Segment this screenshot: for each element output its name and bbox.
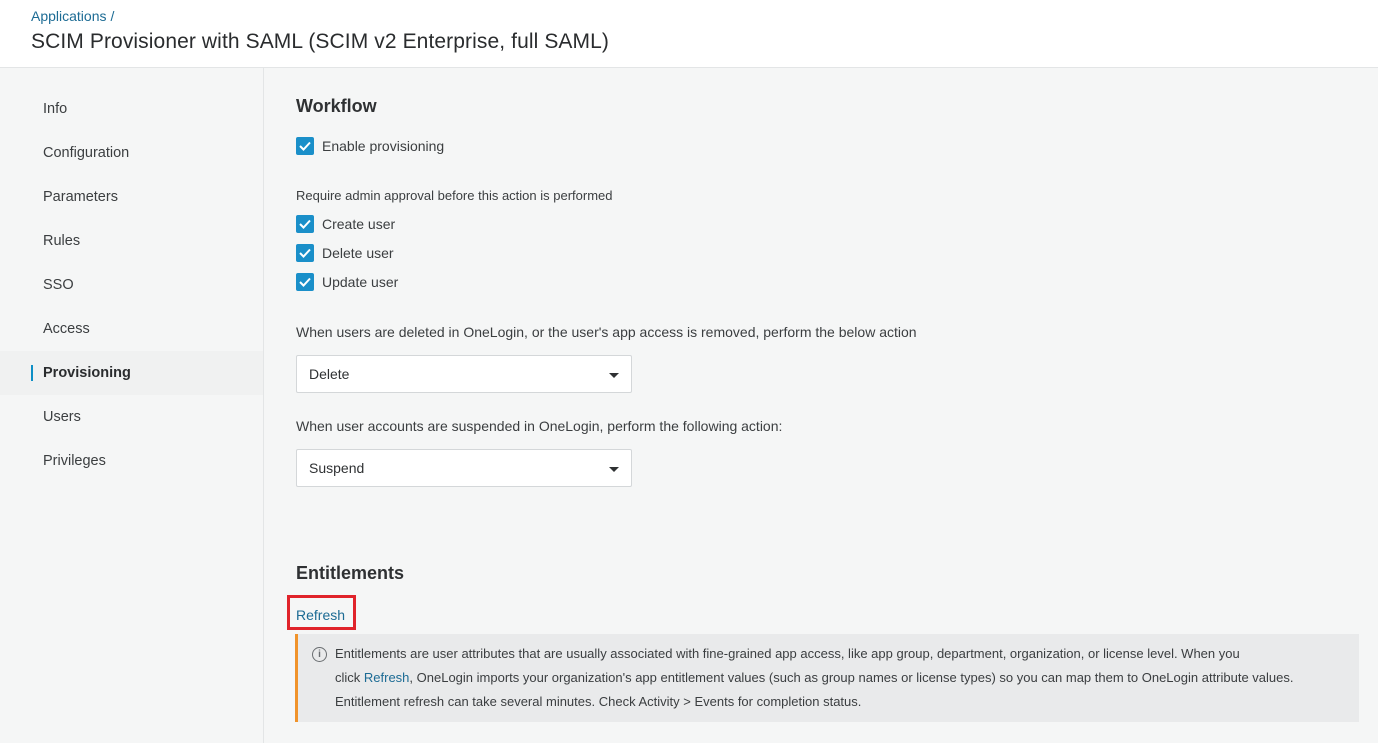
enable-provisioning-row[interactable]: Enable provisioning [296, 137, 444, 155]
breadcrumb: Applications / [31, 8, 114, 24]
info-line-1: Entitlements are user attributes that ar… [335, 646, 1240, 661]
sidebar-item-provisioning[interactable]: Provisioning [0, 351, 263, 395]
info-line-2-pre: click [335, 670, 364, 685]
sidebar-item-label: Provisioning [43, 365, 131, 381]
breadcrumb-separator: / [110, 8, 115, 24]
sidebar: Info Configuration Parameters Rules SSO … [0, 68, 264, 743]
delete-user-row[interactable]: Delete user [296, 244, 394, 262]
check-icon [299, 248, 311, 258]
suspended-action-value: Suspend [309, 460, 365, 476]
deleted-action-select[interactable]: Delete [296, 355, 632, 393]
update-user-checkbox[interactable] [296, 273, 314, 291]
delete-user-label: Delete user [322, 245, 394, 261]
refresh-link[interactable]: Refresh [296, 607, 345, 623]
delete-user-checkbox[interactable] [296, 244, 314, 262]
enable-provisioning-label: Enable provisioning [322, 138, 445, 154]
info-icon: i [312, 647, 327, 662]
active-indicator [31, 365, 33, 381]
caret-down-icon [609, 467, 619, 472]
check-icon [299, 141, 311, 151]
sidebar-item-label: Rules [43, 233, 81, 249]
sidebar-item-configuration[interactable]: Configuration [0, 131, 263, 175]
info-refresh-link[interactable]: Refresh [364, 670, 410, 685]
enable-provisioning-checkbox[interactable] [296, 137, 314, 155]
deleted-action-value: Delete [309, 366, 350, 382]
create-user-row[interactable]: Create user [296, 215, 395, 233]
suspended-action-label: When user accounts are suspended in OneL… [296, 418, 783, 434]
update-user-row[interactable]: Update user [296, 273, 398, 291]
sidebar-item-privileges[interactable]: Privileges [0, 439, 263, 483]
sidebar-item-access[interactable]: Access [0, 307, 263, 351]
create-user-checkbox[interactable] [296, 215, 314, 233]
page-header: Applications / SCIM Provisioner with SAML… [0, 0, 1378, 68]
sidebar-item-users[interactable]: Users [0, 395, 263, 439]
workflow-title: Workflow [296, 96, 377, 116]
deleted-action-label: When users are deleted in OneLogin, or t… [296, 324, 917, 340]
page-title: SCIM Provisioner with SAML (SCIM v2 Ente… [31, 30, 610, 53]
sidebar-item-label: SSO [43, 277, 74, 293]
entitlements-info-panel: i Entitlements are user attributes that … [295, 634, 1359, 722]
sidebar-item-label: Parameters [43, 189, 118, 205]
breadcrumb-applications-link[interactable]: Applications [31, 8, 107, 24]
info-line-2: click Refresh, OneLogin imports your org… [335, 670, 1294, 685]
approval-label: Require admin approval before this actio… [296, 188, 613, 203]
sidebar-item-label: Users [43, 409, 81, 425]
entitlements-title: Entitlements [296, 563, 405, 583]
create-user-label: Create user [322, 216, 396, 232]
suspended-action-select[interactable]: Suspend [296, 449, 632, 487]
check-icon [299, 277, 311, 287]
sidebar-item-sso[interactable]: SSO [0, 263, 263, 307]
info-line-2-post: , OneLogin imports your organization's a… [409, 670, 1294, 685]
sidebar-item-rules[interactable]: Rules [0, 219, 263, 263]
sidebar-item-parameters[interactable]: Parameters [0, 175, 263, 219]
check-icon [299, 219, 311, 229]
main-content: Workflow Enable provisioning Require adm… [264, 68, 1378, 743]
sidebar-item-label: Info [43, 101, 68, 117]
sidebar-item-label: Configuration [43, 145, 130, 161]
sidebar-item-label: Privileges [43, 453, 106, 469]
sidebar-item-info[interactable]: Info [0, 87, 263, 131]
info-line-3: Entitlement refresh can take several min… [335, 694, 862, 709]
update-user-label: Update user [322, 274, 399, 290]
caret-down-icon [609, 373, 619, 378]
sidebar-item-label: Access [43, 321, 90, 337]
